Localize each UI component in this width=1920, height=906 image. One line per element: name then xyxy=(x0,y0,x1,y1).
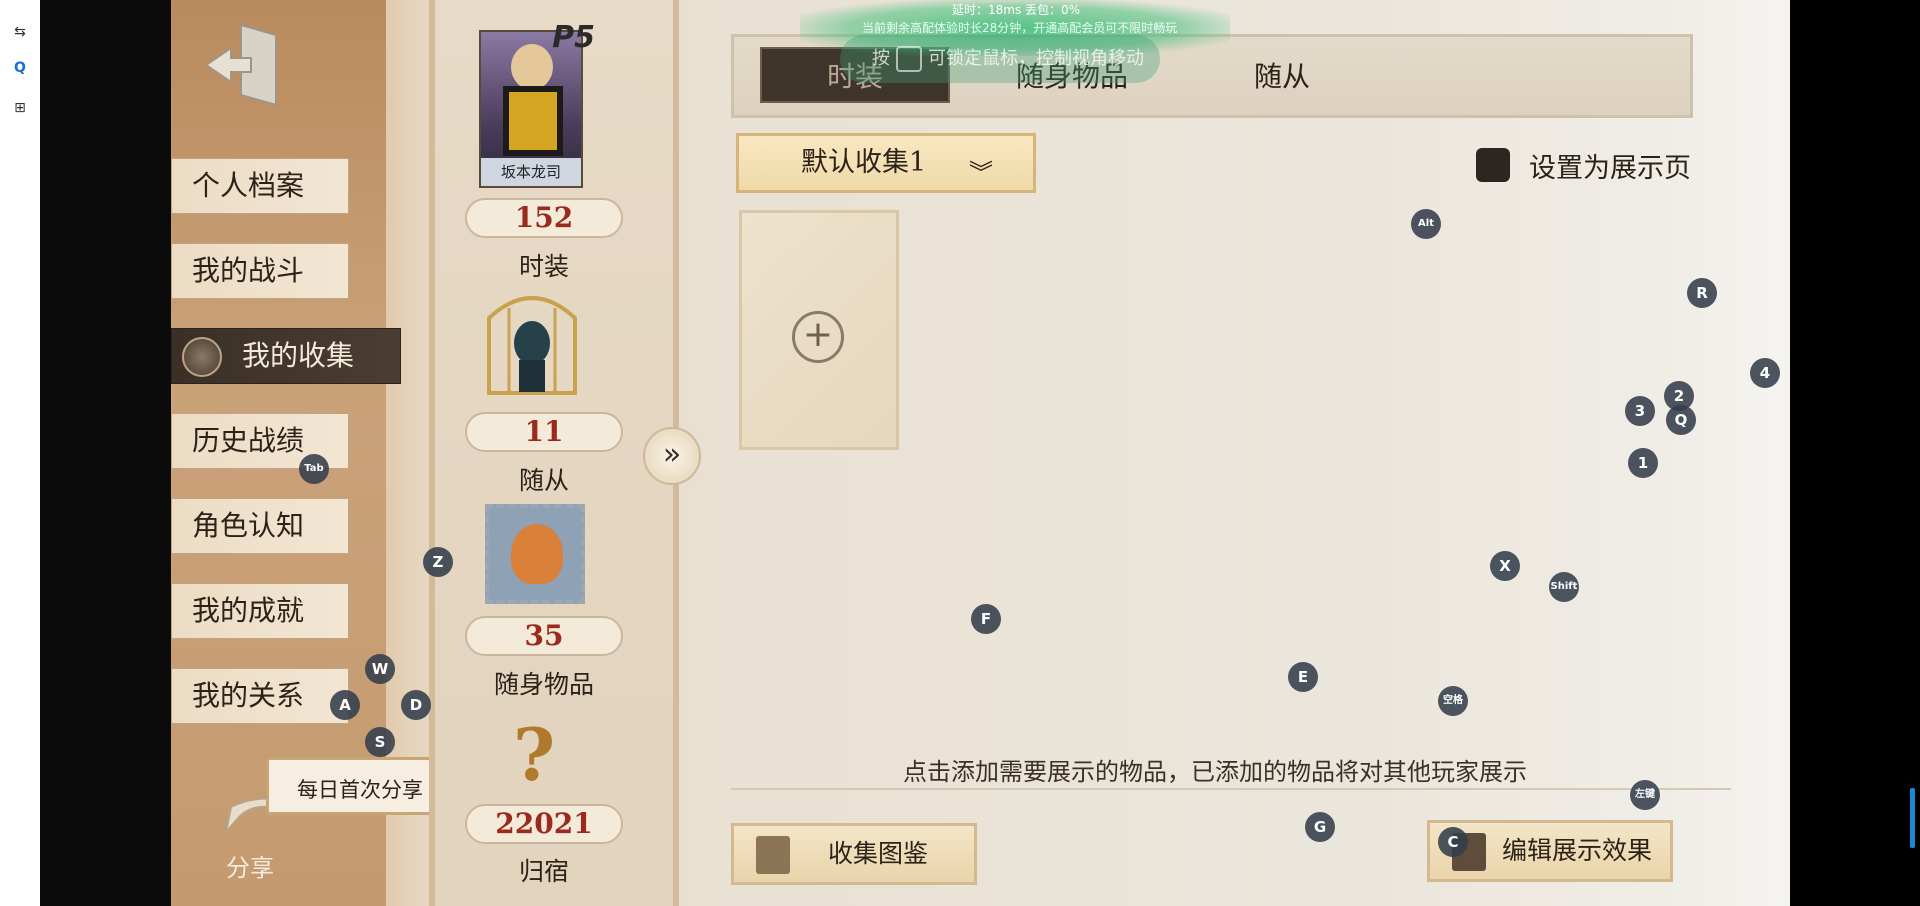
utility-toolbar: ⇆ Q ⊞ xyxy=(0,0,40,906)
nav-item-collection[interactable]: 我的收集 xyxy=(171,328,401,384)
key-badge-f[interactable]: F xyxy=(971,604,1001,634)
plus-icon: + xyxy=(792,311,844,363)
portrait-name: 坂本龙司 xyxy=(481,158,581,186)
key-badge-w[interactable]: W xyxy=(365,654,395,684)
collection-screen: 个人档案 我的战斗 我的收集 历史战绩 角色认知 我的成就 我的关系 分享 每日… xyxy=(171,0,1790,906)
key-badge-shift[interactable]: Shift xyxy=(1549,572,1579,602)
nav-item-relations[interactable]: 我的关系 xyxy=(171,668,349,724)
key-badge-r[interactable]: R xyxy=(1687,278,1717,308)
doll-icon xyxy=(511,524,563,584)
home-count: 22021 xyxy=(465,804,623,844)
costume-count: 152 xyxy=(465,198,623,238)
share-label: 分享 xyxy=(226,854,274,882)
nav-label: 角色认知 xyxy=(192,509,305,542)
home-label: 归宿 xyxy=(518,857,569,886)
costume-label: 时装 xyxy=(518,252,569,281)
lock-hint-suffix: 可锁定鼠标，控制视角移动 xyxy=(928,48,1144,69)
tab-followers[interactable]: 随从 xyxy=(1254,55,1310,95)
key-badge-a[interactable]: A xyxy=(330,690,360,720)
key-badge-z[interactable]: Z xyxy=(423,547,453,577)
character-body xyxy=(503,86,563,156)
edit-display-label: 编辑展示效果 xyxy=(1502,836,1653,865)
expand-arrow-button[interactable]: » xyxy=(643,427,701,485)
shield-icon xyxy=(182,337,222,377)
dropdown-value: 默认收集1 xyxy=(801,147,927,178)
nav-item-profile[interactable]: 个人档案 xyxy=(171,158,349,214)
item-label: 随身物品 xyxy=(493,670,594,699)
keyboard-key-icon xyxy=(896,46,922,72)
set-display-checkbox[interactable] xyxy=(1476,148,1510,182)
key-badge-tab[interactable]: Tab xyxy=(299,454,329,484)
follower-label: 随从 xyxy=(518,466,569,495)
key-badge-s[interactable]: S xyxy=(365,727,395,757)
nav-label: 历史战绩 xyxy=(192,424,305,457)
collection-catalog-button[interactable]: 收集图鉴 xyxy=(731,823,977,885)
key-badge-left-click[interactable]: 左键 xyxy=(1630,780,1660,810)
p5-logo: P5 xyxy=(552,20,595,55)
key-badge-3[interactable]: 3 xyxy=(1625,396,1655,426)
follower-count: 11 xyxy=(465,412,623,452)
collection-hint: 点击添加需要展示的物品，已添加的物品将对其他玩家展示 xyxy=(903,758,1527,786)
nav-item-achievements[interactable]: 我的成就 xyxy=(171,583,349,639)
add-square-icon[interactable]: ⊞ xyxy=(10,98,30,118)
key-badge-e[interactable]: E xyxy=(1288,662,1318,692)
key-badge-d[interactable]: D xyxy=(401,690,431,720)
exit-icon[interactable] xyxy=(201,20,281,110)
nav-label: 我的战斗 xyxy=(192,254,305,287)
collection-dropdown[interactable]: 默认收集1 ︾ xyxy=(736,133,1036,193)
item-stamp[interactable] xyxy=(485,504,585,604)
game-viewport[interactable]: 个人档案 我的战斗 我的收集 历史战绩 角色认知 我的成就 我的关系 分享 每日… xyxy=(40,0,1790,906)
costume-portrait[interactable]: 坂本龙司 P5 xyxy=(479,20,595,188)
nav-label: 我的收集 xyxy=(242,339,355,372)
nav-label: 我的关系 xyxy=(192,679,305,712)
page-scrollbar[interactable] xyxy=(1910,788,1915,848)
q-icon[interactable]: Q xyxy=(10,58,30,78)
follower-cage-icon[interactable] xyxy=(479,288,585,400)
nav-item-battles[interactable]: 我的战斗 xyxy=(171,243,349,299)
key-badge-1[interactable]: 1 xyxy=(1628,448,1658,478)
nav-item-role-knowledge[interactable]: 角色认知 xyxy=(171,498,349,554)
key-badge-alt[interactable]: Alt xyxy=(1411,209,1441,239)
character-head xyxy=(511,44,553,90)
key-badge-q[interactable]: Q xyxy=(1666,405,1696,435)
trial-text: 当前剩余高配体验时长28分钟，开通高配会员可不限时畅玩 xyxy=(862,21,1178,35)
key-badge-space[interactable]: 空格 xyxy=(1438,686,1468,716)
mouse-lock-hint: 按 可锁定鼠标，控制视角移动 xyxy=(840,35,1160,83)
key-badge-g[interactable]: G xyxy=(1305,812,1335,842)
lock-hint-prefix: 按 xyxy=(872,48,890,69)
item-count: 35 xyxy=(465,616,623,656)
chevron-down-icon: ︾ xyxy=(969,159,993,187)
add-item-slot[interactable]: + xyxy=(739,210,899,450)
collection-catalog-label: 收集图鉴 xyxy=(828,839,929,868)
key-badge-c[interactable]: C xyxy=(1438,827,1468,857)
book-icon xyxy=(756,836,790,874)
swap-icon[interactable]: ⇆ xyxy=(10,22,30,42)
key-badge-4[interactable]: 4 xyxy=(1750,358,1780,388)
divider xyxy=(731,788,1731,790)
nav-label: 个人档案 xyxy=(192,169,305,202)
nav-label: 我的成就 xyxy=(192,594,305,627)
latency-text: 延时：18ms 丢包：0% xyxy=(952,3,1081,17)
key-badge-x[interactable]: X xyxy=(1490,551,1520,581)
set-display-label: 设置为展示页 xyxy=(1529,153,1691,184)
